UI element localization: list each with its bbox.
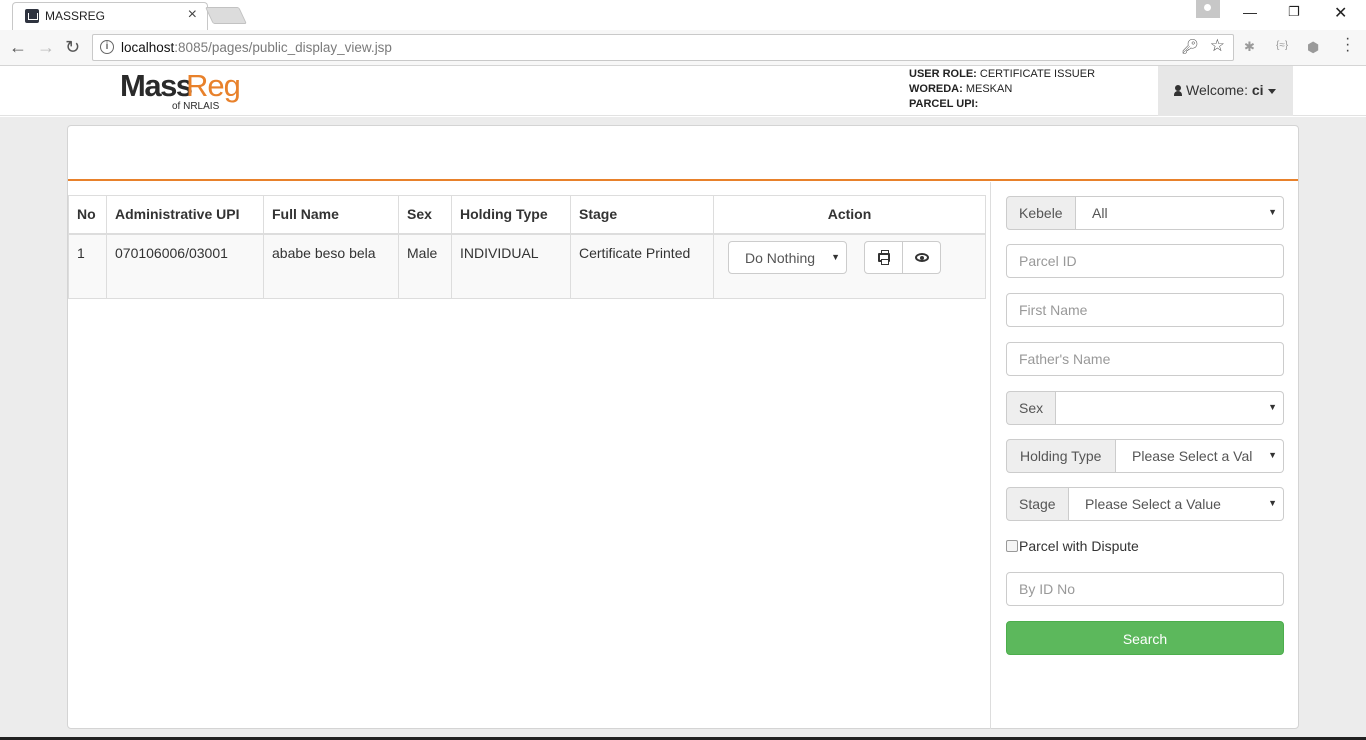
- welcome-label: Welcome:: [1186, 82, 1248, 98]
- browser-menu-icon[interactable]: · · ·: [1345, 31, 1350, 59]
- sex-select[interactable]: ▼: [1056, 391, 1284, 425]
- holding-type-filter: Holding Type Please Select a Val ▼: [1006, 439, 1284, 473]
- holding-type-label: Holding Type: [1006, 439, 1116, 473]
- select-arrow-icon: ▼: [1268, 207, 1277, 217]
- view-button[interactable]: [902, 240, 941, 274]
- id-no-input[interactable]: By ID No: [1006, 572, 1284, 606]
- column-header-no: No: [68, 195, 107, 235]
- welcome-dropdown[interactable]: Welcome: ci: [1158, 66, 1293, 116]
- site-info-icon[interactable]: i: [100, 40, 114, 54]
- window-close-icon[interactable]: ✕: [1334, 3, 1347, 23]
- search-button[interactable]: Search: [1006, 621, 1284, 655]
- tab-close-icon[interactable]: ×: [188, 6, 197, 24]
- profile-icon[interactable]: [1196, 0, 1220, 18]
- massreg-favicon-icon: [25, 9, 39, 23]
- cell-full-name: ababe beso bela: [263, 233, 399, 299]
- panel-divider: [990, 182, 991, 729]
- user-info: USER ROLE: CERTIFICATE ISSUER WOREDA: ME…: [909, 67, 1095, 112]
- user-role-label: USER ROLE:: [909, 68, 977, 80]
- dispute-checkbox[interactable]: [1006, 540, 1018, 552]
- column-header-stage: Stage: [570, 195, 714, 235]
- column-header-sex: Sex: [398, 195, 452, 235]
- new-tab-button[interactable]: [205, 7, 247, 24]
- sex-filter: Sex ▼: [1006, 391, 1284, 425]
- sex-label: Sex: [1006, 391, 1056, 425]
- kebele-label: Kebele: [1006, 196, 1076, 230]
- column-header-upi: Administrative UPI: [106, 195, 264, 235]
- dispute-label[interactable]: Parcel with Dispute: [1019, 538, 1139, 554]
- parcel-id-input[interactable]: Parcel ID: [1006, 244, 1284, 278]
- reload-icon[interactable]: ↻: [65, 37, 80, 58]
- welcome-user: ci: [1251, 82, 1264, 98]
- cell-no: 1: [68, 233, 107, 299]
- cell-stage: Certificate Printed: [570, 233, 714, 299]
- browser-toolbar: ← → ↻ i localhost:8085/pages/public_disp…: [0, 30, 1366, 66]
- stage-select[interactable]: Please Select a Value ▼: [1069, 487, 1284, 521]
- column-header-full-name: Full Name: [263, 195, 399, 235]
- extension-icon[interactable]: ✱: [1244, 39, 1255, 55]
- back-arrow-icon[interactable]: ←: [9, 37, 27, 58]
- browser-tabstrip: MASSREG × — ❐ ✕: [0, 0, 1366, 30]
- main-panel: No Administrative UPI Full Name Sex Hold…: [67, 125, 1299, 729]
- woreda-label: WOREDA:: [909, 83, 963, 95]
- app-header: Mass Reg of NRLAIS USER ROLE: CERTIFICAT…: [0, 66, 1366, 116]
- holding-type-select-value: Please Select a Val: [1132, 448, 1253, 464]
- browser-tab[interactable]: MASSREG ×: [12, 2, 208, 30]
- print-icon: [878, 249, 890, 265]
- results-table: No Administrative UPI Full Name Sex Hold…: [68, 195, 986, 299]
- panel-heading: [68, 126, 1298, 181]
- stage-label: Stage: [1006, 487, 1069, 521]
- stage-select-value: Please Select a Value: [1085, 496, 1221, 512]
- action-select-value: Do Nothing: [745, 249, 816, 266]
- parcel-upi-label: PARCEL UPI:: [909, 98, 979, 110]
- column-header-action: Action: [713, 195, 986, 235]
- bookmark-star-icon[interactable]: ☆: [1210, 36, 1225, 56]
- table-row: 1 070106006/03001 ababe beso bela Male I…: [68, 233, 986, 299]
- kebele-select-value: All: [1092, 205, 1108, 221]
- url-text: localhost:8085/pages/public_display_view…: [121, 40, 392, 55]
- address-bar[interactable]: i localhost:8085/pages/public_display_vi…: [92, 34, 1234, 61]
- cell-action: Do Nothing ▼: [713, 233, 986, 299]
- print-button[interactable]: [864, 240, 903, 274]
- select-arrow-icon: ▼: [1268, 450, 1277, 460]
- kebele-filter: Kebele All ▼: [1006, 196, 1284, 230]
- select-arrow-icon: ▼: [1268, 402, 1277, 412]
- cell-upi: 070106006/03001: [106, 233, 264, 299]
- caret-down-icon: [1267, 88, 1276, 94]
- select-arrow-icon: ▼: [831, 251, 840, 262]
- kebele-select[interactable]: All ▼: [1076, 196, 1284, 230]
- cell-holding-type: INDIVIDUAL: [451, 233, 571, 299]
- minimize-icon[interactable]: —: [1243, 4, 1257, 20]
- column-header-holding-type: Holding Type: [451, 195, 571, 235]
- fathers-name-input[interactable]: Father's Name: [1006, 342, 1284, 376]
- select-arrow-icon: ▼: [1268, 498, 1277, 508]
- woreda-value: MESKAN: [965, 83, 1013, 95]
- first-name-input[interactable]: First Name: [1006, 293, 1284, 327]
- table-header-row: No Administrative UPI Full Name Sex Hold…: [68, 195, 986, 235]
- key-icon[interactable]: 🔑︎: [1181, 38, 1199, 55]
- forward-arrow-icon[interactable]: →: [37, 37, 55, 58]
- json-extension-icon[interactable]: {≈}: [1276, 40, 1288, 51]
- user-icon: [1174, 85, 1182, 96]
- holding-type-select[interactable]: Please Select a Val ▼: [1116, 439, 1284, 473]
- cube-extension-icon[interactable]: ⬢: [1307, 39, 1319, 56]
- stage-filter: Stage Please Select a Value ▼: [1006, 487, 1284, 521]
- eye-icon: [915, 252, 929, 262]
- massreg-logo[interactable]: Mass Reg of NRLAIS: [120, 68, 250, 114]
- cell-sex: Male: [398, 233, 452, 299]
- user-role-value: CERTIFICATE ISSUER: [979, 68, 1096, 80]
- action-select[interactable]: Do Nothing ▼: [728, 240, 847, 274]
- tab-title: MASSREG: [45, 9, 106, 23]
- restore-icon[interactable]: ❐: [1288, 4, 1300, 20]
- dispute-filter: Parcel with Dispute: [1006, 538, 1139, 554]
